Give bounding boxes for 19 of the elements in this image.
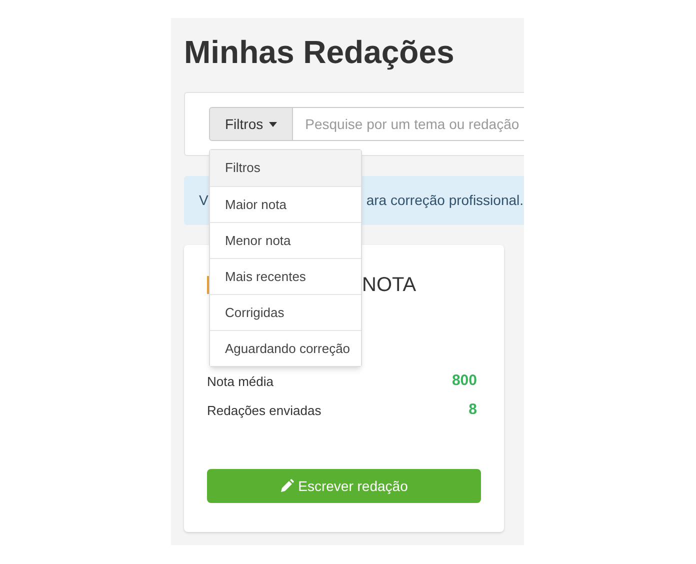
pencil-icon (280, 479, 294, 493)
menu-item[interactable]: Aguardando correção (210, 330, 361, 366)
menu-item[interactable]: Mais recentes (210, 258, 361, 294)
stat-label: Redações enviadas (207, 402, 322, 420)
alert-text: ara correção profissional. (366, 191, 524, 210)
stat-value: 8 (468, 400, 477, 420)
stat-label: Nota média (207, 372, 274, 391)
alert-text: V (199, 191, 208, 210)
menu-item[interactable]: Menor nota (210, 222, 361, 258)
page-title: Minhas Redações (184, 33, 456, 72)
stat-value: 800 (452, 371, 477, 392)
menu-item[interactable]: Filtros (210, 150, 361, 186)
caret-icon (269, 122, 278, 126)
filter-dropdown-button[interactable]: Filtros (209, 107, 294, 141)
card-title: NOTA (362, 273, 416, 298)
search-field[interactable]: Pesquise por um tema ou redação (293, 107, 524, 141)
accent-bar-icon (207, 276, 210, 294)
menu-item[interactable]: Maior nota (210, 186, 361, 222)
menu-item[interactable]: Corrigidas (210, 294, 361, 330)
